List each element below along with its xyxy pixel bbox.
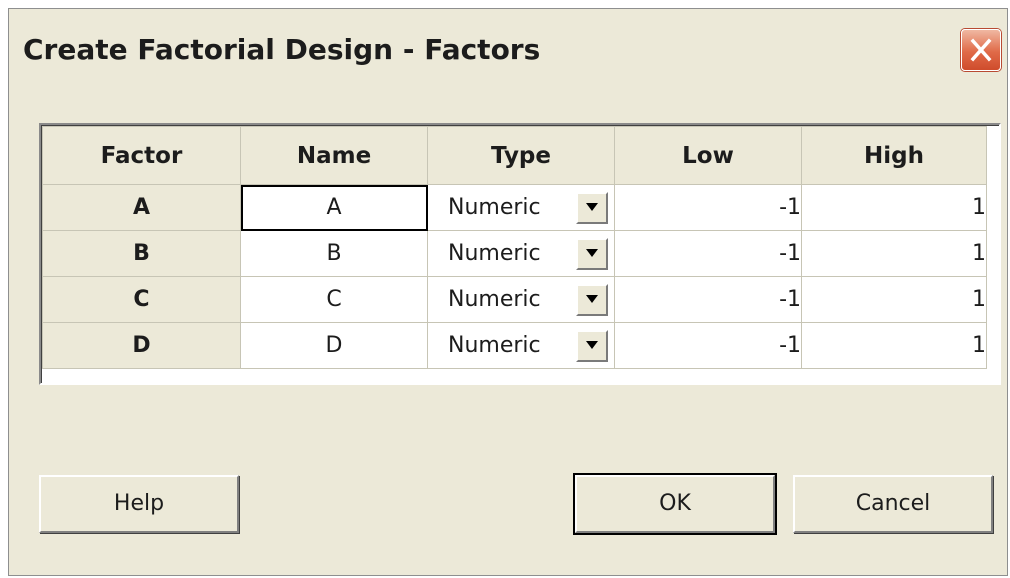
type-dropdown-button[interactable] (576, 283, 608, 316)
type-value: Numeric (448, 194, 541, 220)
cancel-button[interactable]: Cancel (793, 475, 993, 533)
low-cell[interactable]: -1 (614, 322, 802, 369)
header-row: Factor Name Type Low High (42, 126, 987, 185)
window-title: Create Factorial Design - Factors (23, 33, 541, 66)
factors-table: Factor Name Type Low High A A Numeric -1… (42, 126, 987, 369)
factor-label: C (42, 276, 241, 323)
type-dropdown-button[interactable] (576, 329, 608, 362)
table-row: D D Numeric -1 1 (42, 322, 987, 369)
type-dropdown-button[interactable] (576, 191, 608, 224)
header-high: High (801, 126, 987, 185)
table-row: A A Numeric -1 1 (42, 184, 987, 231)
factor-label: A (42, 184, 241, 231)
low-cell[interactable]: -1 (614, 276, 802, 323)
type-cell[interactable]: Numeric (427, 184, 615, 231)
type-value: Numeric (448, 286, 541, 312)
dialog-window: Create Factorial Design - Factors Factor… (8, 8, 1008, 576)
close-button[interactable] (961, 29, 1001, 71)
low-cell[interactable]: -1 (614, 184, 802, 231)
help-button[interactable]: Help (39, 475, 239, 533)
header-low: Low (614, 126, 802, 185)
low-cell[interactable]: -1 (614, 230, 802, 277)
table-row: B B Numeric -1 1 (42, 230, 987, 277)
header-type: Type (427, 126, 615, 185)
title-bar: Create Factorial Design - Factors (9, 9, 1007, 93)
header-name: Name (240, 126, 428, 185)
type-cell[interactable]: Numeric (427, 276, 615, 323)
name-cell[interactable]: D (240, 322, 428, 369)
high-cell[interactable]: 1 (801, 230, 987, 277)
type-cell[interactable]: Numeric (427, 322, 615, 369)
header-factor: Factor (42, 126, 241, 185)
chevron-down-icon (586, 294, 598, 303)
type-dropdown-button[interactable] (576, 237, 608, 270)
type-value: Numeric (448, 240, 541, 266)
close-icon (970, 38, 992, 62)
chevron-down-icon (586, 340, 598, 349)
chevron-down-icon (586, 248, 598, 257)
high-cell[interactable]: 1 (801, 184, 987, 231)
table-row: C C Numeric -1 1 (42, 276, 987, 323)
type-cell[interactable]: Numeric (427, 230, 615, 277)
name-cell[interactable]: C (240, 276, 428, 323)
name-cell[interactable]: B (240, 230, 428, 277)
name-cell[interactable]: A (240, 184, 428, 231)
type-value: Numeric (448, 332, 541, 358)
chevron-down-icon (586, 202, 598, 211)
factor-label: B (42, 230, 241, 277)
ok-button[interactable]: OK (575, 475, 775, 533)
factor-label: D (42, 322, 241, 369)
factors-grid: Factor Name Type Low High A A Numeric -1… (39, 123, 1001, 385)
high-cell[interactable]: 1 (801, 322, 987, 369)
high-cell[interactable]: 1 (801, 276, 987, 323)
